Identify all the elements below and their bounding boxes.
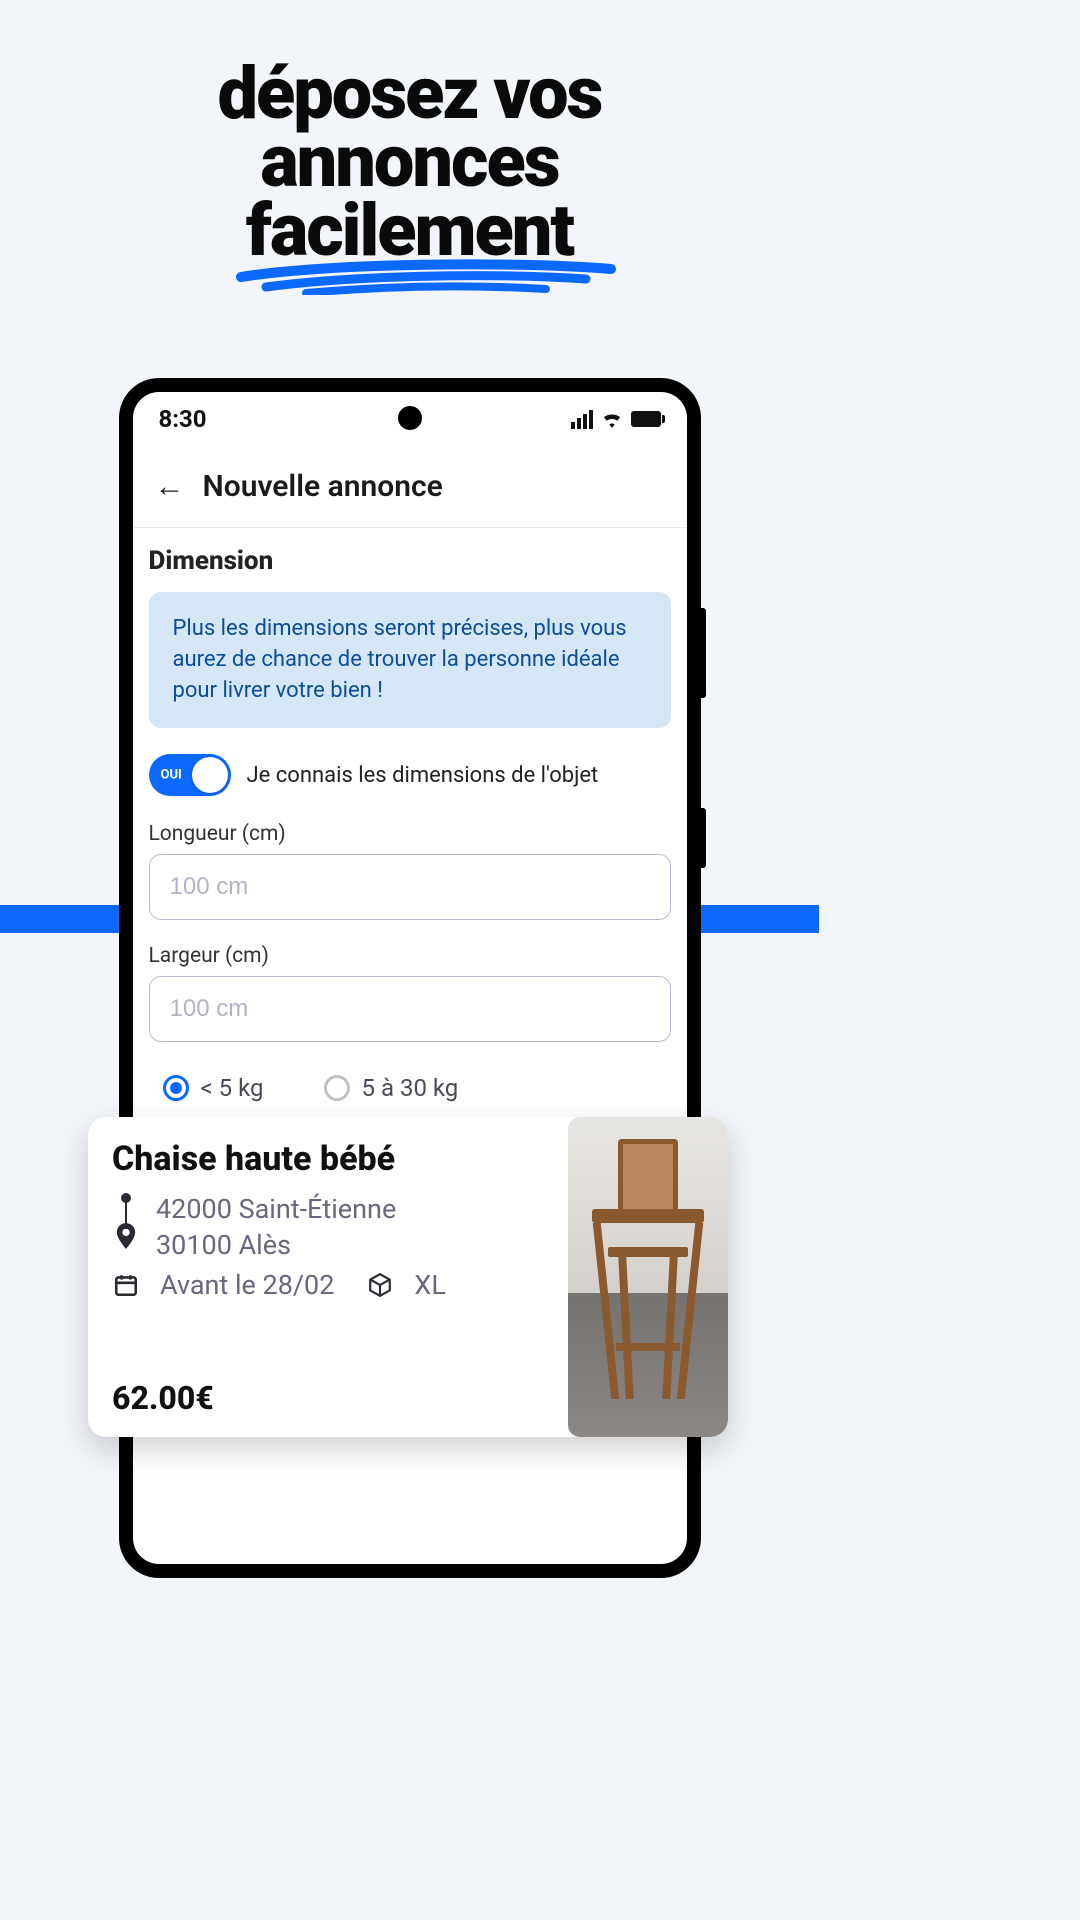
toggle-knob [192, 757, 228, 793]
headline-line2: annonces [0, 128, 819, 196]
weight-option-1[interactable]: < 5 kg [163, 1074, 264, 1102]
signal-icon [571, 410, 593, 429]
toggle-state-label: OUI [161, 768, 182, 783]
phone-side-button [701, 808, 706, 868]
page-title: Nouvelle annonce [203, 469, 443, 504]
phone-camera-icon [398, 406, 422, 430]
wifi-icon [601, 410, 623, 428]
dimensions-known-toggle[interactable]: OUI [149, 754, 231, 796]
phone-side-button [701, 608, 706, 698]
calendar-icon [112, 1272, 140, 1298]
width-input[interactable] [149, 976, 671, 1042]
listing-title: Chaise haute bébé [112, 1139, 558, 1179]
listing-image [568, 1117, 728, 1437]
status-time: 8:30 [159, 405, 207, 433]
listing-deadline: Avant le 28/02 [160, 1269, 334, 1301]
length-label: Longueur (cm) [149, 822, 671, 846]
listing-preview-card[interactable]: Chaise haute bébé 42000 Saint-Étienne 30… [88, 1117, 728, 1437]
battery-icon [631, 411, 661, 427]
weight-option-2-label: 5 à 30 kg [362, 1074, 459, 1102]
section-title-dimension: Dimension [149, 546, 671, 576]
listing-destination: 30100 Alès [156, 1229, 291, 1261]
listing-price: 62.00€ [112, 1379, 558, 1417]
length-input[interactable] [149, 854, 671, 920]
app-header: ← Nouvelle annonce [133, 446, 687, 528]
toggle-description: Je connais les dimensions de l'objet [247, 763, 599, 788]
weight-option-1-label: < 5 kg [201, 1074, 264, 1102]
underline-scribble-icon [236, 255, 616, 295]
headline-line1: déposez vos [0, 60, 819, 128]
listing-size: XL [414, 1269, 445, 1301]
package-icon [366, 1272, 394, 1298]
listing-origin: 42000 Saint-Étienne [156, 1193, 396, 1225]
marketing-headline: déposez vos annonces facilement [0, 0, 819, 265]
back-arrow-icon[interactable]: ← [155, 469, 185, 504]
width-label: Largeur (cm) [149, 944, 671, 968]
weight-option-2[interactable]: 5 à 30 kg [324, 1074, 459, 1102]
high-chair-illustration [598, 1139, 698, 1399]
info-hint-box: Plus les dimensions seront précises, plu… [149, 592, 671, 728]
route-icon [112, 1193, 140, 1249]
